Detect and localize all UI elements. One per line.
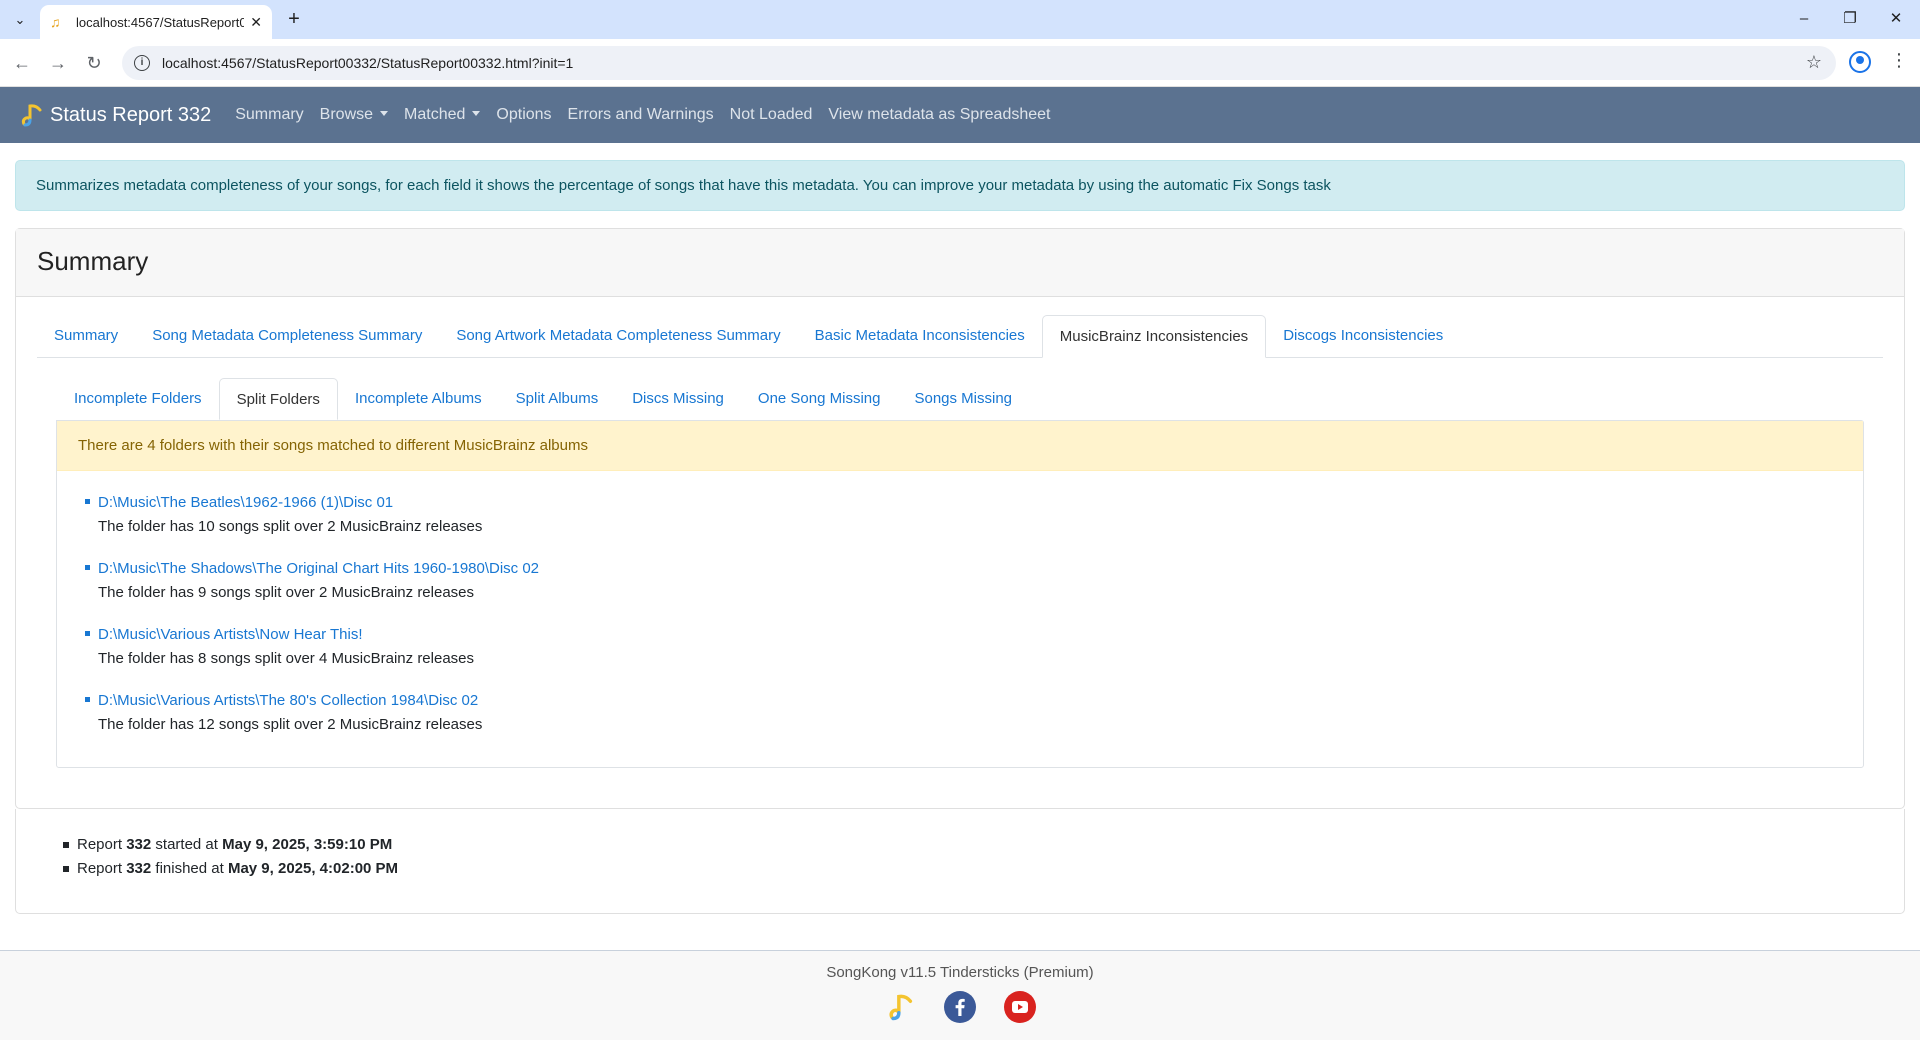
nav-matched-dropdown[interactable]: Matched — [404, 106, 480, 124]
list-item: D:\Music\The Beatles\1962-1966 (1)\Disc … — [85, 491, 1863, 539]
navbar-brand[interactable]: Status Report 332 — [18, 102, 211, 128]
subtab-incomplete-albums[interactable]: Incomplete Albums — [338, 378, 499, 420]
report-started-time: May 9, 2025, 3:59:10 PM — [222, 836, 393, 853]
close-tab-icon[interactable]: ✕ — [250, 14, 262, 31]
nav-errors-and-warnings[interactable]: Errors and Warnings — [568, 106, 714, 124]
subtab-split-folders[interactable]: Split Folders — [218, 378, 338, 420]
navbar-brand-title: Status Report 332 — [50, 103, 212, 126]
split-folders-panel: There are 4 folders with their songs mat… — [56, 420, 1864, 768]
report-number: 332 — [126, 860, 152, 877]
window-close-icon[interactable]: ✕ — [1876, 6, 1916, 32]
bookmark-star-icon[interactable]: ☆ — [1806, 52, 1822, 73]
subtab-incomplete-folders[interactable]: Incomplete Folders — [57, 378, 219, 420]
info-alert: Summarizes metadata completeness of your… — [15, 160, 1905, 211]
forward-arrow-icon[interactable]: → — [46, 51, 70, 75]
tab-song-artwork-metadata-completeness[interactable]: Song Artwork Metadata Completeness Summa… — [439, 315, 797, 358]
tab-search-chevron-icon[interactable]: ⌄ — [8, 8, 32, 32]
folder-link[interactable]: D:\Music\Various Artists\The 80's Collec… — [98, 689, 1863, 713]
nav-summary[interactable]: Summary — [235, 106, 303, 124]
list-item: D:\Music\Various Artists\The 80's Collec… — [85, 689, 1863, 737]
report-finished-time: May 9, 2025, 4:02:00 PM — [227, 860, 399, 877]
folder-link[interactable]: D:\Music\Various Artists\Now Hear This! — [98, 623, 1863, 647]
tab-musicbrainz-inconsistencies[interactable]: MusicBrainz Inconsistencies — [1041, 315, 1267, 358]
folder-description: The folder has 12 songs split over 2 Mus… — [98, 716, 483, 733]
summary-card: Summary Summary Song Metadata Completene… — [15, 228, 1905, 809]
browser-tab-title: localhost:4567/StatusReport003 — [76, 14, 245, 30]
folder-link[interactable]: D:\Music\The Shadows\The Original Chart … — [98, 557, 1863, 581]
footer-icons — [0, 991, 1920, 1023]
subtab-songs-missing[interactable]: Songs Missing — [897, 378, 1029, 420]
report-list: Report 332 started at May 9, 2025, 3:59:… — [16, 809, 1904, 881]
tab-discogs-inconsistencies[interactable]: Discogs Inconsistencies — [1266, 315, 1460, 358]
report-number: 332 — [126, 836, 152, 853]
list-item: D:\Music\Various Artists\Now Hear This! … — [85, 623, 1863, 671]
list-item: D:\Music\The Shadows\The Original Chart … — [85, 557, 1863, 605]
address-url[interactable]: localhost:4567/StatusReport00332/StatusR… — [162, 55, 573, 71]
report-finished: Report 332 finished at May 9, 2025, 4:02… — [63, 857, 1904, 881]
folder-description: The folder has 8 songs split over 4 Musi… — [98, 650, 475, 667]
music-note-favicon-icon: ♫ — [50, 14, 61, 30]
restore-icon[interactable]: ❐ — [1830, 6, 1870, 32]
report-prefix: Report — [77, 836, 127, 853]
tab-basic-metadata-inconsistencies[interactable]: Basic Metadata Inconsistencies — [798, 315, 1042, 358]
report-timing-card: Report 332 started at May 9, 2025, 3:59:… — [15, 809, 1905, 914]
folder-link[interactable]: D:\Music\The Beatles\1962-1966 (1)\Disc … — [98, 491, 1863, 515]
folder-list: D:\Music\The Beatles\1962-1966 (1)\Disc … — [57, 471, 1863, 737]
site-info-icon[interactable]: i — [134, 55, 150, 71]
tab-song-metadata-completeness[interactable]: Song Metadata Completeness Summary — [135, 315, 439, 358]
nav-options[interactable]: Options — [496, 106, 551, 124]
card-title: Summary — [16, 229, 1904, 297]
nav-not-loaded[interactable]: Not Loaded — [730, 106, 813, 124]
nav-browse-dropdown[interactable]: Browse — [320, 106, 388, 124]
report-prefix: Report — [77, 860, 127, 877]
youtube-icon[interactable] — [1004, 991, 1036, 1023]
profile-avatar-icon[interactable] — [1849, 51, 1871, 73]
main-tabs: Summary Song Metadata Completeness Summa… — [37, 315, 1883, 358]
kebab-menu-icon[interactable]: ⋮ — [1890, 50, 1908, 71]
facebook-icon[interactable] — [944, 991, 976, 1023]
reload-icon[interactable]: ↻ — [82, 51, 106, 75]
browser-tab[interactable]: ♫ localhost:4567/StatusReport003 ✕ — [40, 5, 272, 39]
tab-summary[interactable]: Summary — [37, 315, 135, 358]
back-arrow-icon[interactable]: ← — [10, 51, 34, 75]
app-navbar: Status Report 332 Summary Browse Matched… — [0, 87, 1920, 143]
subtab-split-albums[interactable]: Split Albums — [499, 378, 616, 420]
songkong-logo-icon — [21, 104, 42, 127]
browser-toolbar: ← → ↻ i localhost:4567/StatusReport00332… — [0, 39, 1920, 87]
report-finished-label: finished at — [151, 860, 228, 877]
folder-description: The folder has 9 songs split over 2 Musi… — [98, 584, 475, 601]
songkong-logo-icon[interactable] — [884, 991, 916, 1023]
subtab-one-song-missing[interactable]: One Song Missing — [741, 378, 898, 420]
address-bar[interactable]: i localhost:4567/StatusReport00332/Statu… — [122, 46, 1836, 80]
folder-description: The folder has 10 songs split over 2 Mus… — [98, 518, 483, 535]
browser-tabstrip: ⌄ ♫ localhost:4567/StatusReport003 ✕ + –… — [0, 0, 1920, 39]
footer-version: SongKong v11.5 Tindersticks (Premium) — [826, 964, 1094, 981]
nav-view-metadata-spreadsheet[interactable]: View metadata as Spreadsheet — [828, 106, 1050, 124]
new-tab-plus-icon[interactable]: + — [282, 8, 306, 32]
minimize-icon[interactable]: – — [1784, 6, 1824, 32]
report-started: Report 332 started at May 9, 2025, 3:59:… — [63, 833, 1904, 857]
warning-alert: There are 4 folders with their songs mat… — [57, 421, 1863, 471]
page-footer: SongKong v11.5 Tindersticks (Premium) — [0, 950, 1920, 1040]
report-started-label: started at — [151, 836, 223, 853]
subtab-discs-missing[interactable]: Discs Missing — [615, 378, 741, 420]
sub-tabs: Incomplete Folders Split Folders Incompl… — [57, 378, 1863, 420]
